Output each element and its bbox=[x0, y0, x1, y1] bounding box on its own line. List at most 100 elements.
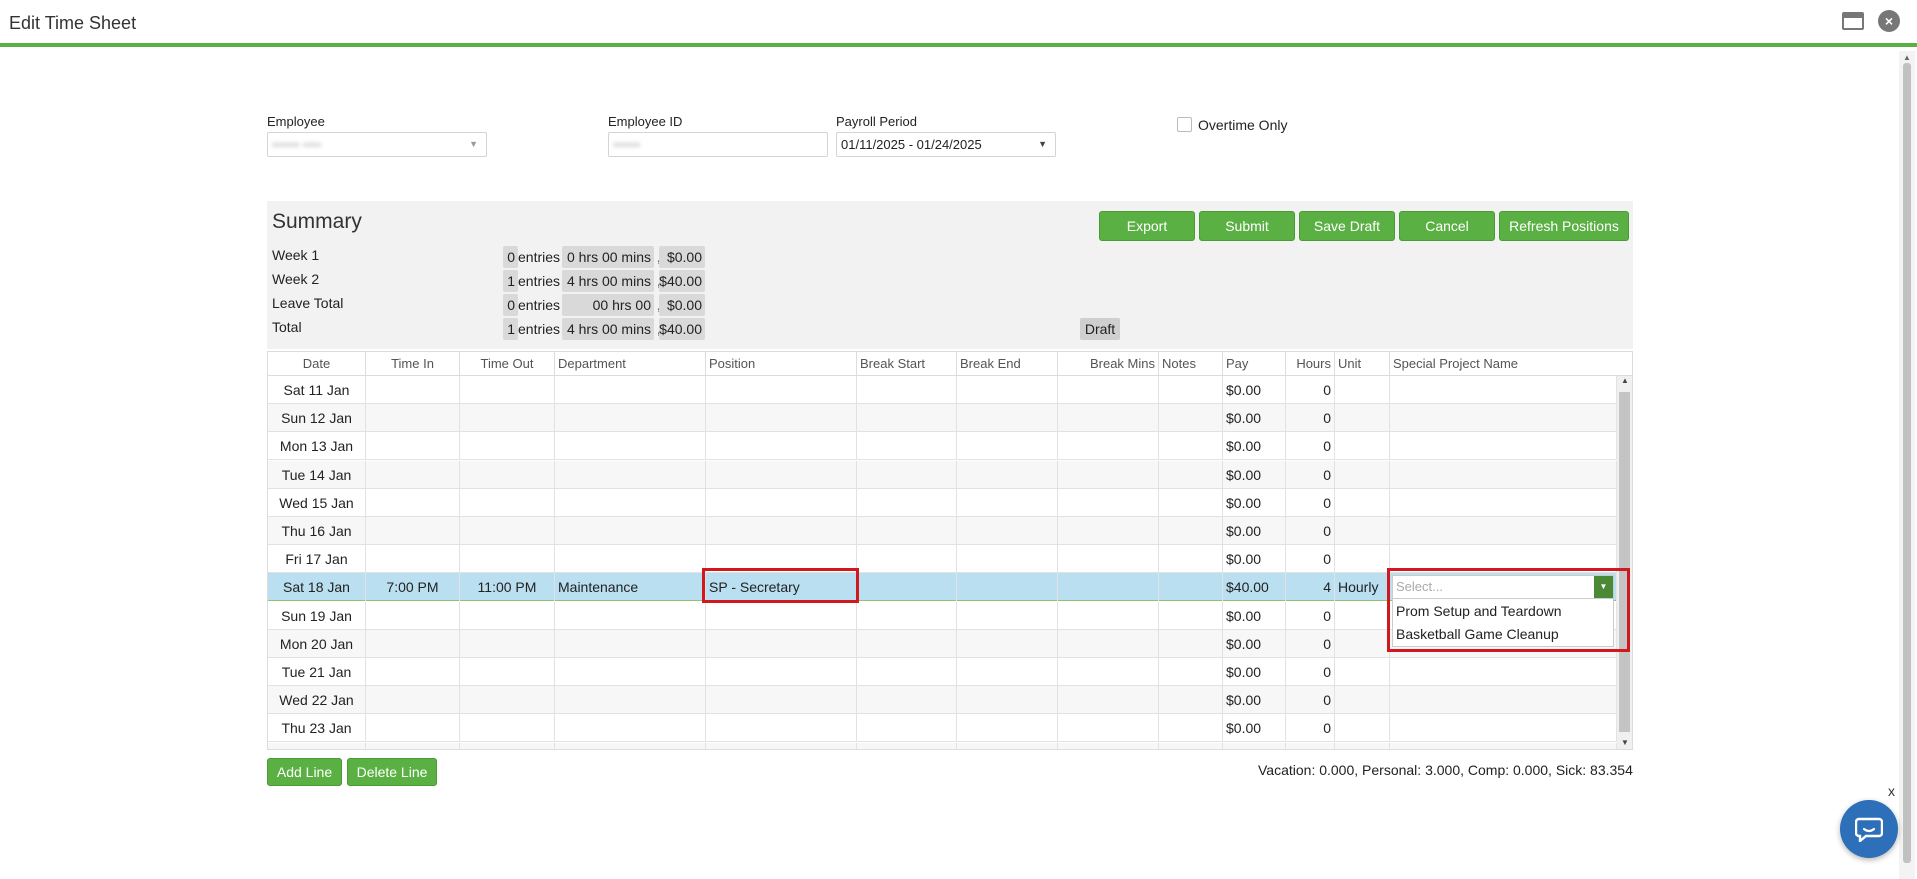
cell-department[interactable] bbox=[555, 714, 706, 743]
cell-pay[interactable]: $0.00 bbox=[1223, 629, 1286, 658]
cell-unit[interactable] bbox=[1335, 460, 1390, 489]
cell-break-start[interactable] bbox=[857, 714, 957, 743]
cell-special-project[interactable] bbox=[1390, 742, 1617, 749]
cell-notes[interactable] bbox=[1159, 404, 1223, 433]
cell-position[interactable] bbox=[706, 404, 857, 433]
cell-position[interactable] bbox=[706, 488, 857, 517]
cell-special-project[interactable] bbox=[1390, 714, 1617, 743]
cell-break-end[interactable] bbox=[957, 714, 1058, 743]
cell-time-out[interactable] bbox=[460, 545, 555, 574]
cell-break-end[interactable] bbox=[957, 742, 1058, 749]
cell-pay[interactable]: $0.00 bbox=[1223, 714, 1286, 743]
cell-break-start[interactable] bbox=[857, 488, 957, 517]
dropdown-option[interactable]: Prom Setup and Teardown bbox=[1393, 600, 1613, 623]
cell-break-mins[interactable] bbox=[1058, 404, 1159, 433]
cell-unit[interactable] bbox=[1335, 601, 1390, 630]
refresh-positions-button[interactable]: Refresh Positions bbox=[1499, 211, 1629, 241]
cell-break-end[interactable] bbox=[957, 488, 1058, 517]
cell-hours[interactable]: 0 bbox=[1286, 517, 1335, 545]
cell-break-end[interactable] bbox=[957, 658, 1058, 686]
cell-time-out[interactable] bbox=[460, 376, 555, 404]
cell-time-in[interactable]: 7:00 PM bbox=[366, 573, 460, 602]
cell-special-project[interactable] bbox=[1390, 488, 1617, 517]
cell-unit[interactable] bbox=[1335, 488, 1390, 517]
cell-date[interactable]: Mon 20 Jan bbox=[268, 629, 366, 658]
cell-pay[interactable]: $0.00 bbox=[1223, 686, 1286, 715]
cell-hours[interactable]: 0 bbox=[1286, 488, 1335, 517]
cell-unit[interactable] bbox=[1335, 714, 1390, 743]
cell-break-end[interactable] bbox=[957, 432, 1058, 461]
cell-notes[interactable] bbox=[1159, 517, 1223, 545]
cell-break-mins[interactable] bbox=[1058, 714, 1159, 743]
cell-department[interactable] bbox=[555, 658, 706, 686]
cell-notes[interactable] bbox=[1159, 573, 1223, 602]
cell-time-in[interactable] bbox=[366, 629, 460, 658]
column-header-notes[interactable]: Notes bbox=[1159, 352, 1223, 376]
cell-time-out[interactable] bbox=[460, 601, 555, 630]
cell-position[interactable] bbox=[706, 432, 857, 461]
cell-special-project[interactable] bbox=[1390, 545, 1617, 574]
cell-hours[interactable]: 0 bbox=[1286, 404, 1335, 433]
cell-department[interactable] bbox=[555, 742, 706, 749]
cell-notes[interactable] bbox=[1159, 488, 1223, 517]
cell-department[interactable] bbox=[555, 376, 706, 404]
cell-break-end[interactable] bbox=[957, 517, 1058, 545]
cell-date[interactable]: Tue 14 Jan bbox=[268, 460, 366, 489]
cell-time-in[interactable] bbox=[366, 460, 460, 489]
cell-notes[interactable] bbox=[1159, 601, 1223, 630]
cell-notes[interactable] bbox=[1159, 658, 1223, 686]
employee-select[interactable]: •••••• •••• ▼ bbox=[267, 132, 487, 157]
cell-position[interactable] bbox=[706, 601, 857, 630]
cell-department[interactable]: Maintenance bbox=[555, 573, 706, 602]
cell-time-out[interactable] bbox=[460, 686, 555, 715]
cell-time-out[interactable] bbox=[460, 714, 555, 743]
cell-break-start[interactable] bbox=[857, 658, 957, 686]
cell-department[interactable] bbox=[555, 545, 706, 574]
cell-pay[interactable]: $0.00 bbox=[1223, 404, 1286, 433]
table-row[interactable]: Thu 16 Jan $0.00 0 bbox=[268, 517, 1617, 545]
cell-pay[interactable]: $0.00 bbox=[1223, 545, 1286, 574]
cell-time-out[interactable] bbox=[460, 460, 555, 489]
cell-pay[interactable]: $0.00 bbox=[1223, 488, 1286, 517]
cell-date[interactable]: Thu 16 Jan bbox=[268, 517, 366, 545]
cell-date[interactable]: Sat 11 Jan bbox=[268, 376, 366, 404]
cell-time-out[interactable]: 11:00 PM bbox=[460, 573, 555, 602]
close-icon[interactable]: × bbox=[1878, 10, 1900, 32]
column-header-position[interactable]: Position bbox=[706, 352, 857, 376]
save-draft-button[interactable]: Save Draft bbox=[1299, 211, 1395, 241]
cell-date[interactable]: Sun 19 Jan bbox=[268, 601, 366, 630]
cell-break-end[interactable] bbox=[957, 376, 1058, 404]
add-line-button[interactable]: Add Line bbox=[267, 758, 342, 786]
table-row[interactable]: Wed 15 Jan $0.00 0 bbox=[268, 488, 1617, 517]
cell-break-end[interactable] bbox=[957, 686, 1058, 715]
cell-break-end[interactable] bbox=[957, 460, 1058, 489]
cell-break-end[interactable] bbox=[957, 545, 1058, 574]
cell-unit[interactable] bbox=[1335, 545, 1390, 574]
cell-time-out[interactable] bbox=[460, 517, 555, 545]
cell-unit[interactable] bbox=[1335, 404, 1390, 433]
cell-pay[interactable]: $0.00 bbox=[1223, 517, 1286, 545]
cell-time-in[interactable] bbox=[366, 545, 460, 574]
cell-break-start[interactable] bbox=[857, 517, 957, 545]
cell-hours[interactable]: 0 bbox=[1286, 460, 1335, 489]
cell-position[interactable] bbox=[706, 629, 857, 658]
cell-notes[interactable] bbox=[1159, 714, 1223, 743]
cell-break-mins[interactable] bbox=[1058, 488, 1159, 517]
submit-button[interactable]: Submit bbox=[1199, 211, 1295, 241]
cell-time-in[interactable] bbox=[366, 742, 460, 749]
column-header-break-mins[interactable]: Break Mins bbox=[1058, 352, 1159, 376]
column-header-pay[interactable]: Pay bbox=[1223, 352, 1286, 376]
cell-break-start[interactable] bbox=[857, 742, 957, 749]
cell-unit[interactable] bbox=[1335, 517, 1390, 545]
cell-department[interactable] bbox=[555, 404, 706, 433]
cell-department[interactable] bbox=[555, 629, 706, 658]
table-row[interactable]: Tue 14 Jan $0.00 0 bbox=[268, 460, 1617, 489]
cell-hours[interactable]: 0 bbox=[1286, 545, 1335, 574]
cell-department[interactable] bbox=[555, 460, 706, 489]
chat-close-button[interactable]: x bbox=[1888, 783, 1895, 799]
cell-pay[interactable]: $0.00 bbox=[1223, 601, 1286, 630]
scroll-down-icon[interactable]: ▼ bbox=[1621, 738, 1629, 747]
employee-id-field[interactable]: •••••• bbox=[608, 132, 828, 157]
cell-hours[interactable]: 0 bbox=[1286, 629, 1335, 658]
cell-special-project[interactable] bbox=[1390, 404, 1617, 433]
